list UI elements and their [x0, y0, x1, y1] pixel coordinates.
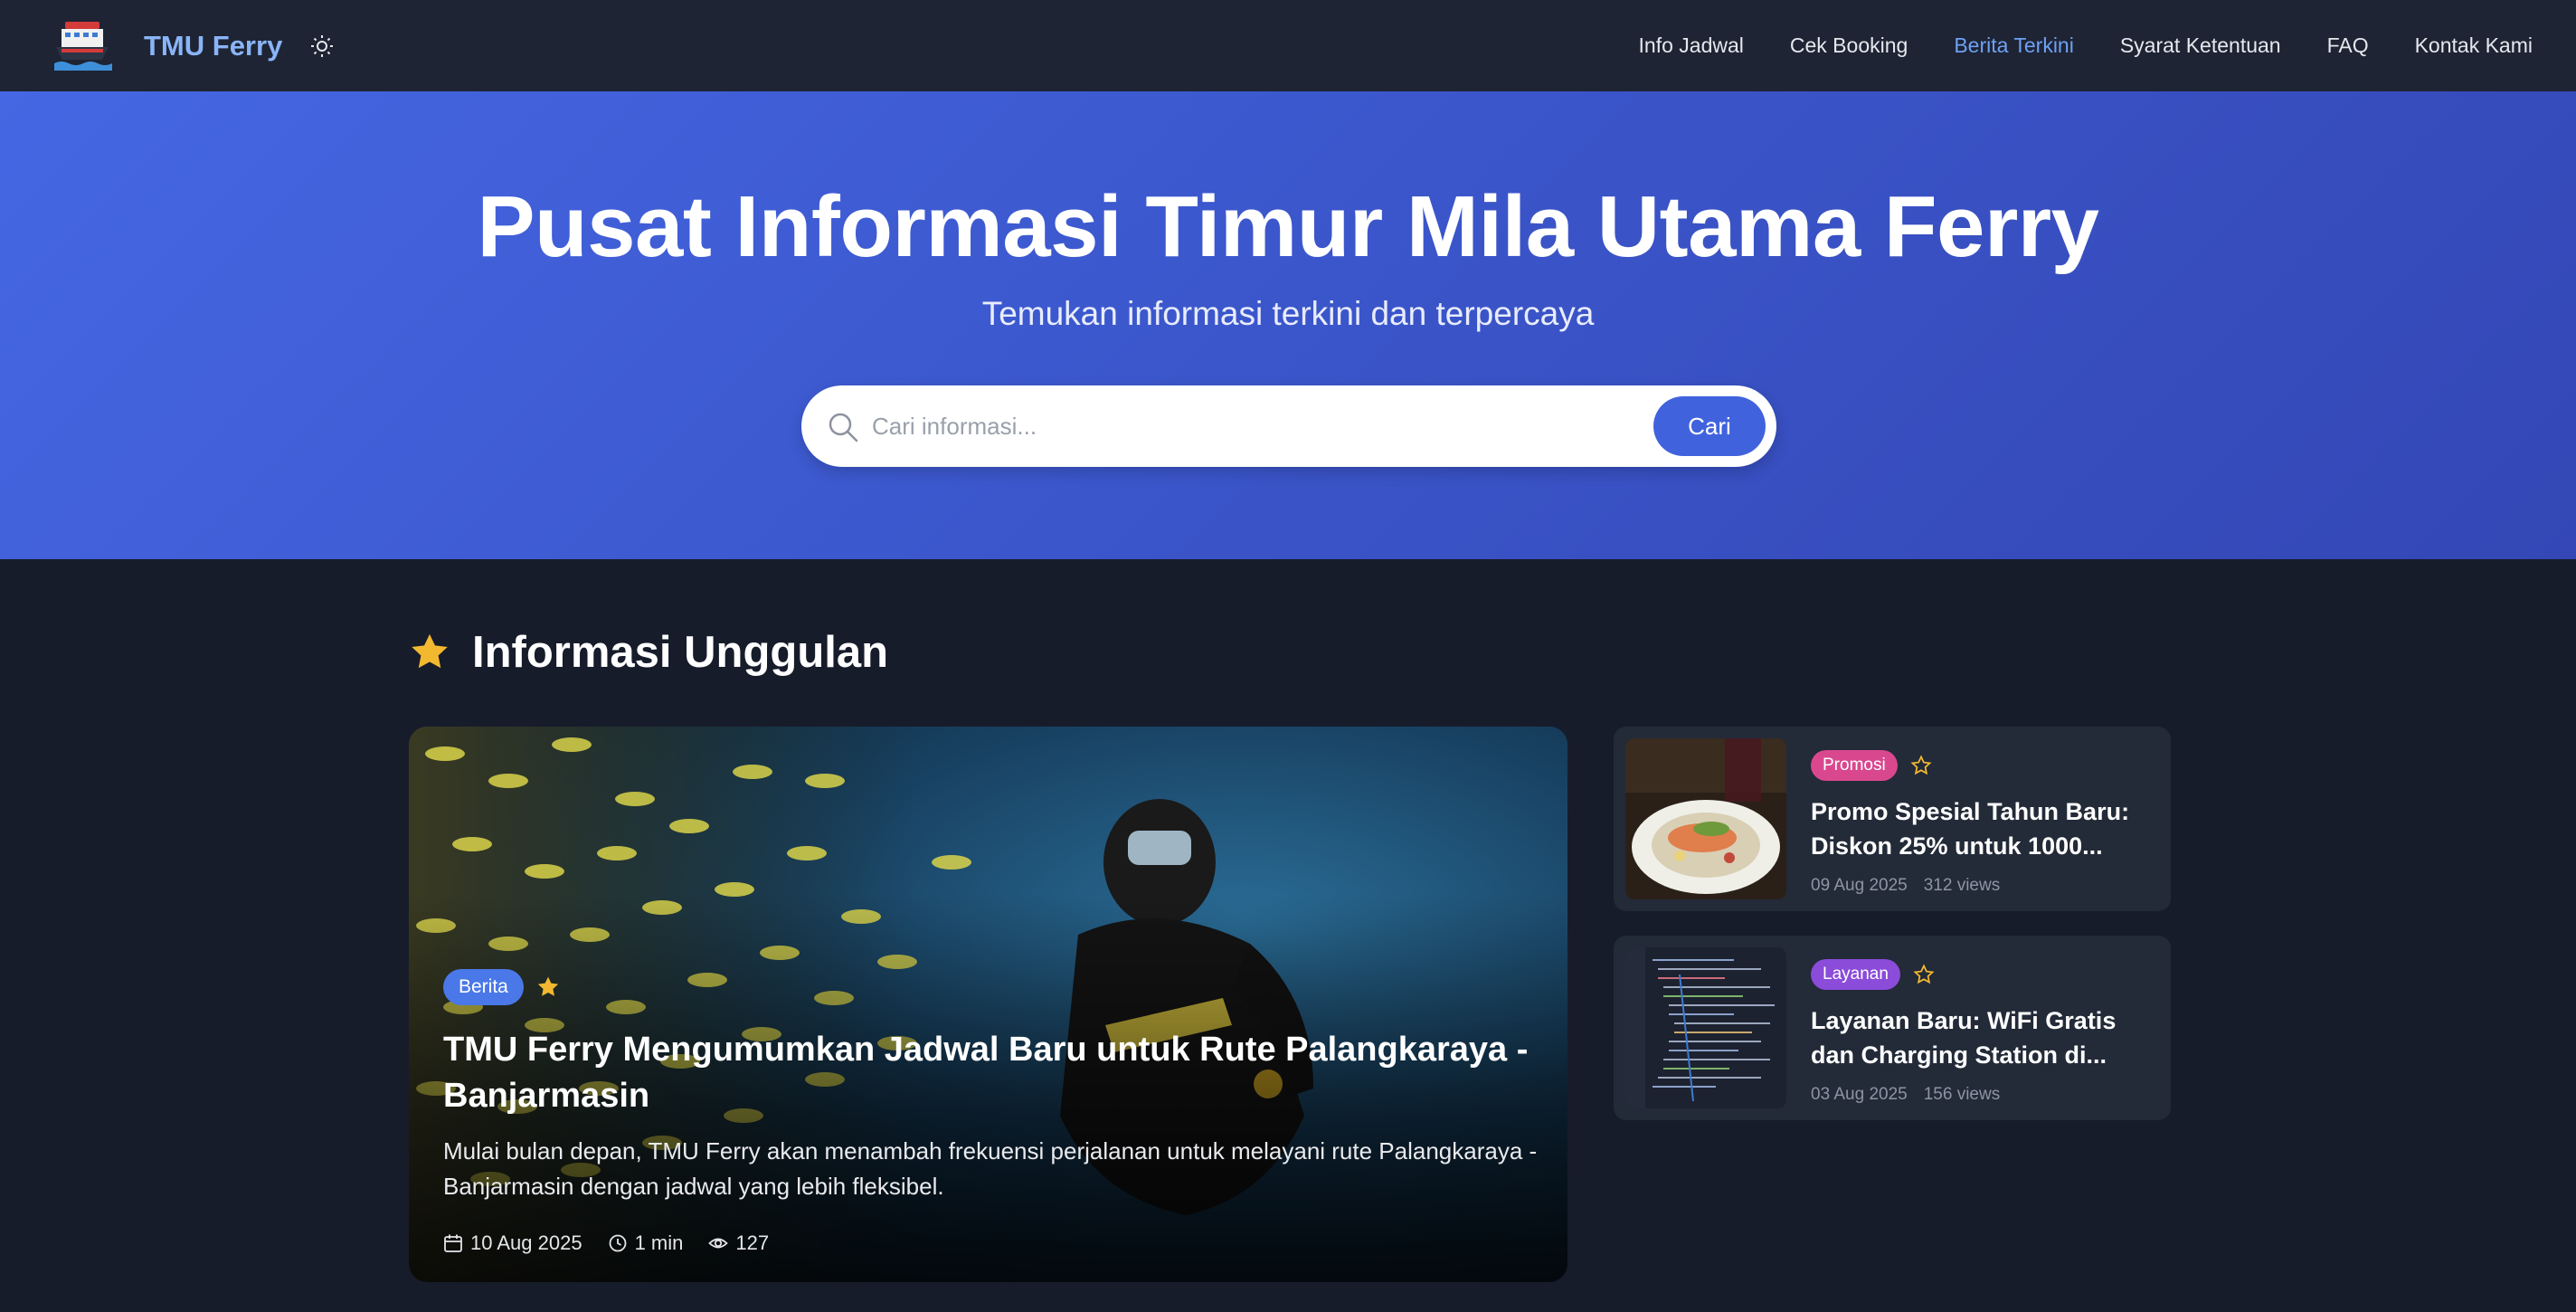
article-thumbnail	[1625, 738, 1786, 899]
nav-link-syarat-ketentuan[interactable]: Syarat Ketentuan	[2120, 33, 2281, 58]
featured-meta: 10 Aug 2025 1 min 127	[443, 1231, 1538, 1255]
nav-link-cek-booking[interactable]: Cek Booking	[1790, 33, 1908, 58]
featured-content: Berita TMU Ferry Mengumumkan Jadwal Baru…	[443, 969, 1538, 1255]
hero-title: Pusat Informasi Timur Mila Utama Ferry	[477, 178, 2099, 275]
section-heading: Informasi Unggulan	[409, 627, 888, 678]
brand[interactable]: TMU Ferry	[52, 18, 282, 74]
side-article-card[interactable]: Promosi Promo Spesial Tahun Baru: Diskon…	[1614, 727, 2171, 911]
theme-toggle-button[interactable]	[308, 32, 336, 61]
star-icon	[412, 633, 448, 669]
star-outline-icon	[1913, 964, 1935, 984]
featured-excerpt: Mulai bulan depan, TMU Ferry akan menamb…	[443, 1137, 1538, 1200]
meta-read-time: 1 min	[608, 1231, 684, 1255]
nav-link-info-jadwal[interactable]: Info Jadwal	[1639, 33, 1744, 58]
brand-name: TMU Ferry	[144, 29, 283, 62]
side-card-body: Layanan Layanan Baru: WiFi Gratis dan Ch…	[1811, 959, 2155, 1105]
side-article-views: 312 views	[1923, 876, 2001, 895]
nav-link-berita-terkini[interactable]: Berita Terkini	[1954, 33, 2074, 58]
search-box: Cari	[801, 385, 1776, 467]
sun-icon	[311, 34, 334, 57]
meta-views-text: 127	[735, 1231, 770, 1254]
star-outline-icon	[1910, 755, 1932, 775]
side-article-title[interactable]: Layanan Baru: WiFi Gratis dan Charging S…	[1811, 1003, 2155, 1072]
section-title: Informasi Unggulan	[472, 628, 889, 677]
side-article-card[interactable]: Layanan Layanan Baru: WiFi Gratis dan Ch…	[1614, 936, 2171, 1120]
star-icon	[537, 976, 559, 996]
side-article-views: 156 views	[1923, 1085, 2001, 1104]
navbar: TMU Ferry Info Jadwal Cek Booking Berita…	[0, 0, 2576, 91]
featured-badge-row: Berita	[443, 969, 1538, 1005]
featured-title[interactable]: TMU Ferry Mengumumkan Jadwal Baru untuk …	[443, 1027, 1538, 1119]
meta-read-time-text: 1 min	[634, 1231, 684, 1254]
side-article-title[interactable]: Promo Spesial Tahun Baru: Diskon 25% unt…	[1811, 794, 2155, 863]
side-card-body: Promosi Promo Spesial Tahun Baru: Diskon…	[1811, 750, 2155, 896]
nav-links: Info Jadwal Cek Booking Berita Terkini S…	[1639, 0, 2533, 91]
search-input[interactable]	[872, 404, 1596, 449]
meta-views: 127	[708, 1231, 769, 1255]
clock-icon	[609, 1234, 626, 1252]
search-button[interactable]: Cari	[1653, 396, 1766, 456]
nav-link-faq[interactable]: FAQ	[2327, 33, 2369, 58]
side-badge-row: Layanan	[1811, 959, 2155, 990]
meta-date: 10 Aug 2025	[443, 1231, 582, 1255]
side-article-meta: 03 Aug 2025 156 views	[1811, 1085, 2155, 1105]
side-article-date: 09 Aug 2025	[1811, 876, 1908, 895]
category-badge[interactable]: Berita	[443, 969, 524, 1005]
eye-icon	[708, 1238, 729, 1249]
side-article-date: 03 Aug 2025	[1811, 1085, 1908, 1104]
nav-link-kontak-kami[interactable]: Kontak Kami	[2415, 33, 2533, 58]
ferry-logo-icon	[54, 21, 112, 71]
calendar-icon	[444, 1234, 462, 1252]
category-badge[interactable]: Promosi	[1811, 750, 1898, 781]
article-thumbnail	[1625, 947, 1786, 1108]
meta-date-text: 10 Aug 2025	[470, 1231, 582, 1254]
side-badge-row: Promosi	[1811, 750, 2155, 781]
side-article-meta: 09 Aug 2025 312 views	[1811, 876, 2155, 896]
featured-article-card[interactable]: Berita TMU Ferry Mengumumkan Jadwal Baru…	[409, 727, 1567, 1282]
search-icon	[829, 413, 858, 442]
hero-banner: Pusat Informasi Timur Mila Utama Ferry T…	[0, 91, 2576, 559]
hero-subtitle: Temukan informasi terkini dan terpercaya	[981, 295, 1595, 332]
category-badge[interactable]: Layanan	[1811, 959, 1900, 990]
